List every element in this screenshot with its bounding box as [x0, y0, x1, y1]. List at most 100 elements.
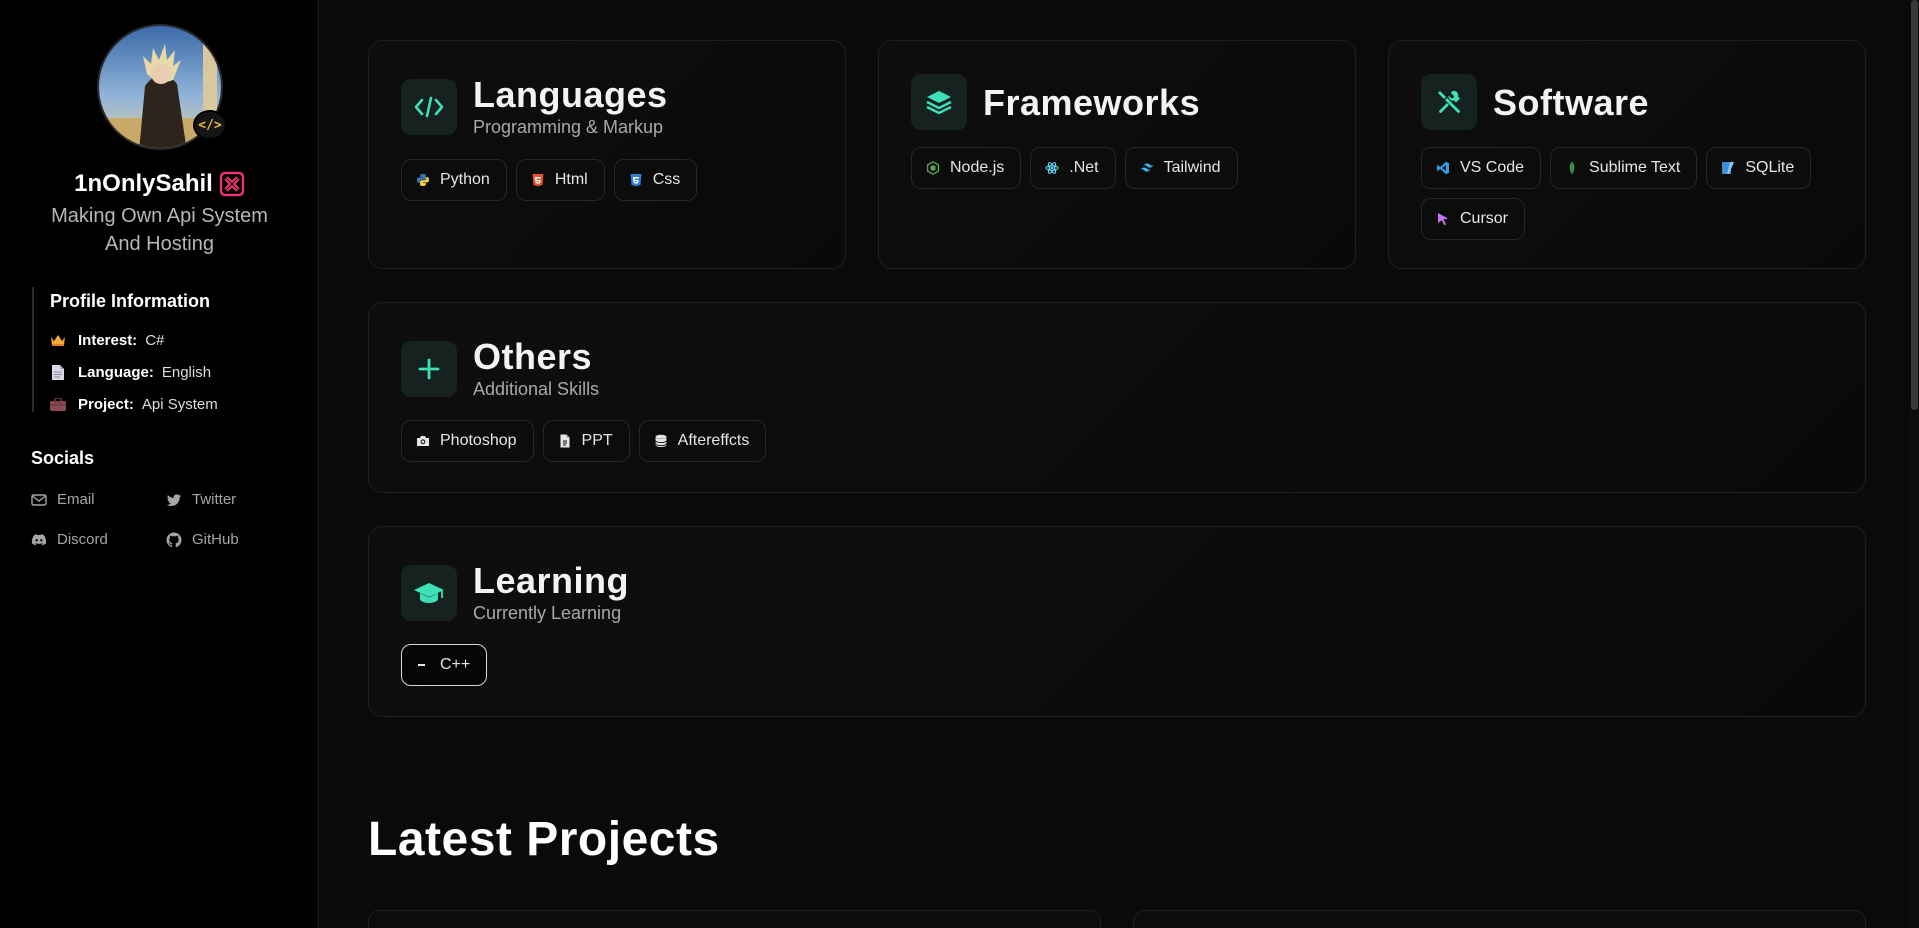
- skill-card-learning: Learning Currently Learning C++: [368, 526, 1866, 717]
- info-key: Language:: [78, 363, 154, 381]
- chip-label: Tailwind: [1163, 159, 1221, 176]
- vscode-icon: [1437, 161, 1449, 175]
- crown-icon: [50, 332, 66, 348]
- skill-chip-cpp[interactable]: C++: [401, 644, 488, 686]
- info-key: Project:: [78, 395, 134, 413]
- skill-chip-sqlite[interactable]: SQLite: [1706, 147, 1812, 189]
- card-subtitle: Currently Learning: [473, 603, 622, 623]
- chip-label: Photoshop: [440, 432, 517, 449]
- social-label: GitHub: [192, 531, 239, 548]
- project-card[interactable]: [368, 910, 1101, 928]
- latest-projects-title: Latest Projects: [368, 813, 720, 866]
- skill-chip-photoshop[interactable]: Photoshop: [401, 420, 534, 462]
- info-row-project: Project: Api System: [50, 388, 282, 420]
- skill-chip-dotnet[interactable]: .Net: [1030, 147, 1116, 189]
- chip-list: Node.js .Net Tailwind: [911, 147, 1331, 189]
- social-label: Twitter: [192, 491, 237, 508]
- chip-label: Sublime Text: [1589, 159, 1681, 176]
- cursor-arrow-icon: [1438, 213, 1448, 226]
- chip-list: Python Html Css: [401, 159, 821, 201]
- card-title: Others: [473, 336, 593, 377]
- social-link-email[interactable]: Email: [31, 491, 95, 508]
- chip-label: Css: [652, 171, 681, 188]
- profile-tagline: Making Own Api System And Hosting: [51, 205, 268, 255]
- skill-card-frameworks: Frameworks Node.js .Net Tailwind: [878, 40, 1356, 269]
- card-title: Learning: [473, 560, 630, 601]
- profile-name-text: 1nOnlySahil: [74, 170, 213, 197]
- skill-chip-ppt[interactable]: PPT: [542, 420, 630, 462]
- socials-title: Socials: [31, 448, 95, 468]
- react-atom-icon: [1045, 162, 1059, 174]
- github-icon: [166, 532, 182, 547]
- briefcase-icon: [50, 396, 66, 412]
- chip-list: Photoshop PPT Aftereffcts: [401, 420, 1201, 462]
- info-row-interest: Interest: C#: [50, 324, 282, 356]
- document-icon: [50, 364, 66, 380]
- social-link-twitter[interactable]: Twitter: [166, 491, 236, 508]
- plus-icon: [401, 341, 457, 397]
- chip-list: C++: [401, 644, 1201, 686]
- layers-icon: [911, 74, 967, 130]
- discord-icon: [31, 533, 47, 545]
- tailwind-icon: [1140, 163, 1154, 172]
- card-title: Software: [1493, 82, 1650, 123]
- avatar-container: </>: [97, 24, 227, 150]
- chip-label: C++: [440, 656, 471, 673]
- skill-chip-tailwind[interactable]: Tailwind: [1124, 147, 1238, 189]
- sqlite-icon: [1722, 162, 1735, 174]
- leaf-icon: [1569, 161, 1575, 175]
- skill-chip-aftereffects[interactable]: Aftereffcts: [638, 420, 767, 462]
- skill-chip-python[interactable]: Python: [401, 159, 507, 201]
- info-value: C#: [145, 331, 165, 349]
- info-value: Api System: [141, 395, 218, 413]
- chip-label: .Net: [1069, 159, 1099, 176]
- skill-card-languages: Languages Programming & Markup Python Ht…: [368, 40, 846, 269]
- card-subtitle: Programming & Markup: [473, 117, 664, 137]
- card-title: Languages: [473, 74, 668, 115]
- graduation-cap-icon: [401, 565, 457, 621]
- camera-icon: [417, 436, 429, 446]
- skill-chip-cursor[interactable]: Cursor: [1421, 198, 1526, 240]
- anger-emoji-icon: [219, 171, 245, 197]
- social-link-discord[interactable]: Discord: [31, 531, 108, 548]
- info-value: English: [161, 363, 212, 381]
- twitter-icon: [166, 493, 181, 506]
- skill-chip-html[interactable]: Html: [515, 159, 605, 201]
- chip-label: Html: [554, 171, 588, 188]
- html5-icon: [532, 174, 544, 187]
- social-label: Email: [57, 491, 95, 508]
- chip-label: VS Code: [1460, 159, 1525, 176]
- skill-chip-nodejs[interactable]: Node.js: [911, 147, 1022, 189]
- card-title: Frameworks: [983, 82, 1201, 123]
- envelope-icon: [31, 493, 47, 506]
- tools-icon: [1421, 74, 1477, 130]
- skill-chip-vscode[interactable]: VS Code: [1421, 147, 1542, 189]
- info-key: Interest:: [78, 331, 138, 349]
- profile-info-title: Profile Information: [50, 291, 211, 311]
- css3-icon: [630, 174, 642, 187]
- minus-icon: [418, 664, 425, 666]
- database-icon: [654, 434, 667, 447]
- skill-card-software: Software VS Code Sublime Text SQLite Cur…: [1388, 40, 1866, 269]
- chip-label: SQLite: [1745, 159, 1795, 176]
- chip-label: Cursor: [1460, 210, 1509, 227]
- info-row-language: Language: English: [50, 356, 282, 388]
- nodejs-icon: [926, 161, 940, 175]
- page-scrollbar[interactable]: [1910, 0, 1919, 928]
- card-subtitle: Additional Skills: [473, 379, 600, 399]
- chip-label: Python: [440, 171, 490, 188]
- chip-list: VS Code Sublime Text SQLite Cursor: [1421, 147, 1841, 240]
- profile-info-block: Profile Information Interest: C# Languag…: [32, 287, 282, 413]
- project-card[interactable]: [1133, 910, 1866, 928]
- social-link-github[interactable]: GitHub: [166, 531, 239, 548]
- skill-card-others: Others Additional Skills Photoshop PPT A…: [368, 302, 1866, 493]
- chip-label: PPT: [581, 432, 613, 449]
- chip-label: Node.js: [950, 159, 1005, 176]
- profile-name: 1nOnlySahil: [0, 170, 319, 198]
- code-badge-icon: </>: [193, 110, 227, 140]
- scrollbar-thumb[interactable]: [1911, 0, 1918, 410]
- chip-label: Aftereffcts: [677, 432, 750, 449]
- skill-chip-css[interactable]: Css: [613, 159, 698, 201]
- python-icon: [417, 174, 429, 186]
- skill-chip-sublime[interactable]: Sublime Text: [1550, 147, 1698, 189]
